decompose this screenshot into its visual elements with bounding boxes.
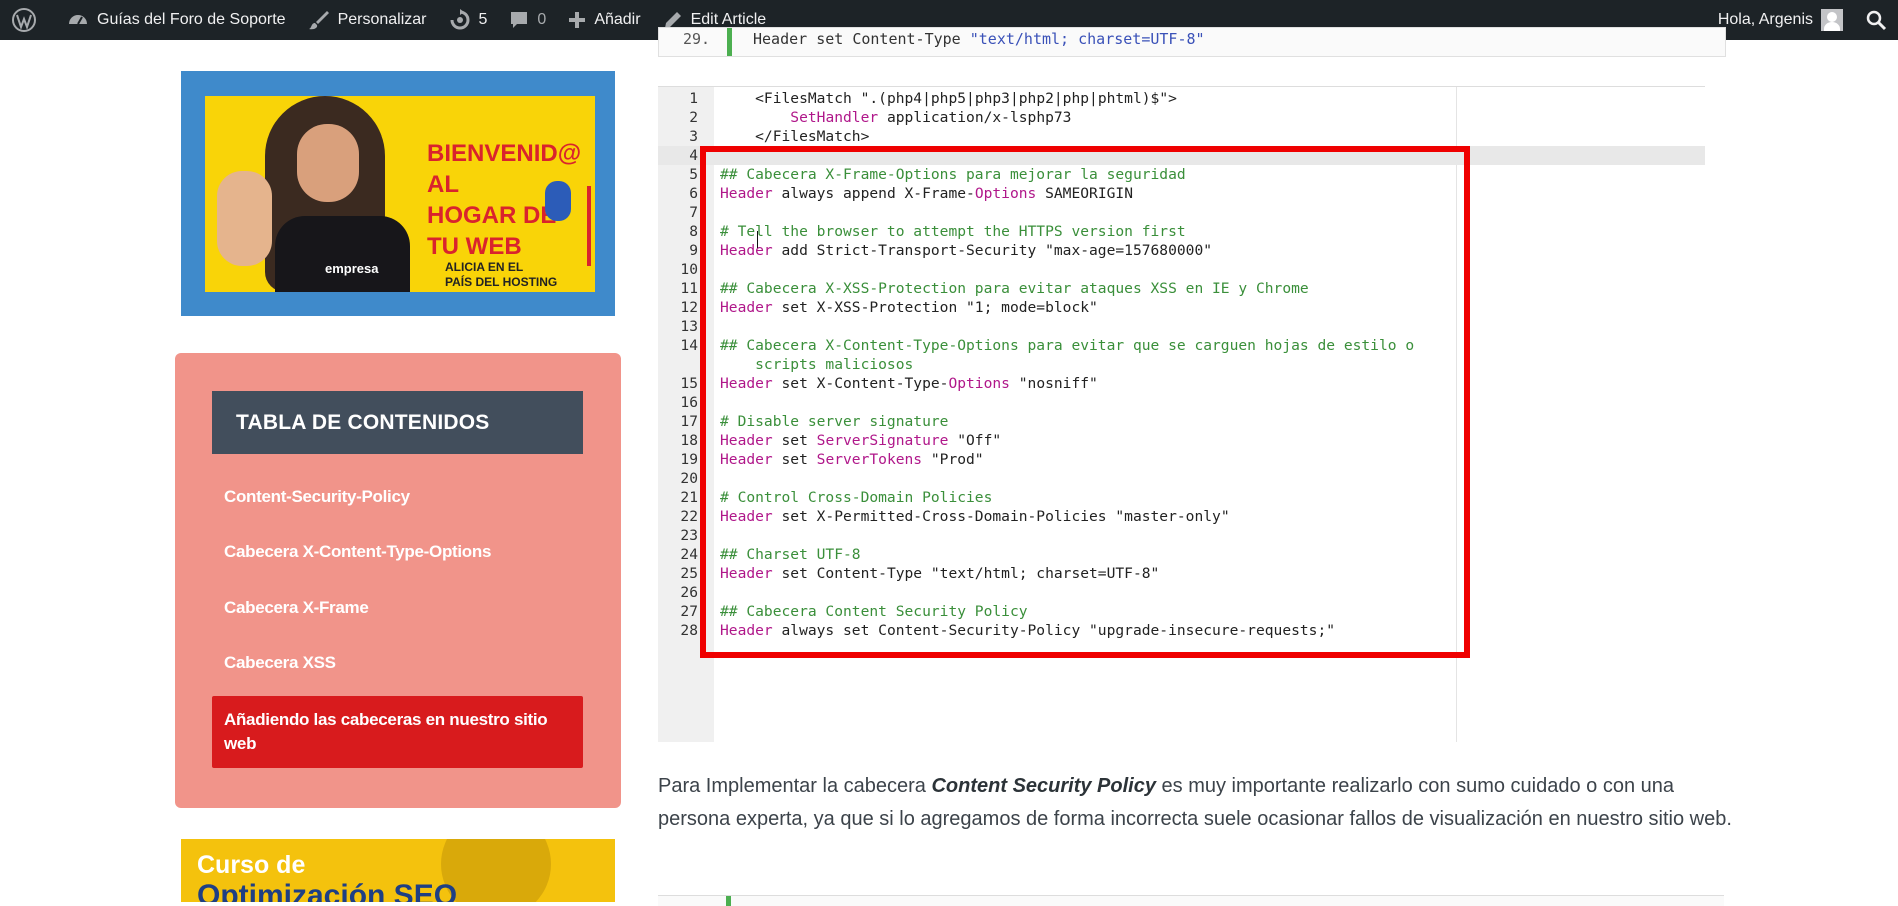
red-highlight-box [700,146,1470,658]
line-text: <FilesMatch ".(php4|php5|php3|php2|php|p… [720,89,1177,108]
line-number: 5 [689,166,698,183]
line-number: 21 [680,489,698,506]
line-number: 22 [680,508,698,525]
code-block-next [658,895,1724,906]
paragraph-text-before: Para Implementar la cabecera [658,775,932,797]
person-face [297,124,359,202]
paragraph-emphasis: Content Security Policy [931,775,1156,797]
wordpress-logo-watermark [441,839,551,902]
code-token: SetHandler [790,109,879,126]
account-menu[interactable]: Hola, Argenis [1707,0,1854,40]
line-number: 28 [680,622,698,639]
updates-menu[interactable]: 5 [438,0,499,40]
wordpress-icon [12,8,36,32]
brush-icon [308,11,329,30]
toc-header: TABLA DE CONTENIDOS [212,391,583,454]
code-line: 1 <FilesMatch ".(php4|php5|php3|php2|php… [658,89,1705,108]
line-number: 12 [680,299,698,316]
banner2-line2: Optimización SEO [197,879,458,902]
line-number: 27 [680,603,698,620]
line-number: 8 [689,223,698,240]
line-number: 9 [689,242,698,259]
hosting-welcome-banner[interactable]: empresa BIENVENID@ AL HOGAR DE TU WEB AL… [181,71,615,316]
line-number: 1 [689,90,698,107]
line-number: 26 [680,584,698,601]
code-line: 2 SetHandler application/x-lsphp73 [658,108,1705,127]
line-number: 2 [689,109,698,126]
line-number: 7 [689,204,698,221]
code-token: <FilesMatch [720,90,861,107]
article-paragraph: Para Implementar la cabecera Content Sec… [658,770,1738,836]
line-number: 23 [680,527,698,544]
code-token: </FilesMatch> [720,128,870,145]
banner-subtitle: ALICIA EN EL PAÍS DEL HOSTING [445,260,558,289]
line-number: 14 [680,337,698,354]
customize-label: Personalizar [337,11,427,28]
line-number: 25 [680,565,698,582]
search-button[interactable] [1854,0,1898,40]
line-text: SetHandler application/x-lsphp73 [720,108,1071,127]
toc-item-adding-headers[interactable]: Añadiendo las cabeceras en nuestro sitio… [212,696,583,768]
person-hand [217,171,272,266]
search-icon [1866,10,1887,31]
line-number: 17 [680,413,698,430]
code-gutter-bar [727,28,732,56]
line-number: 15 [680,375,698,392]
table-of-contents: TABLA DE CONTENIDOS Content-Security-Pol… [175,353,621,808]
code-block-previous: 29. Header set Content-Type "text/html; … [658,27,1726,57]
toc-item-content-security-policy[interactable]: Content-Security-Policy [212,487,583,507]
site-name: Guías del Foro de Soporte [97,11,286,28]
new-label: Añadir [594,11,641,28]
line-number: 11 [680,280,698,297]
comments-menu[interactable]: 0 [498,0,557,40]
line-number: 3 [689,128,698,145]
shirt-logo-text: empresa [325,261,379,276]
toc-item-x-frame[interactable]: Cabecera X-Frame [212,598,583,618]
plus-icon [569,12,586,28]
line-number: 18 [680,432,698,449]
line-number: 19 [680,451,698,468]
toc-item-xss[interactable]: Cabecera XSS [212,653,583,673]
code-part: Header set Content-Type [753,30,970,48]
code-part-string: "text/html; charset=UTF-8" [969,30,1205,48]
updates-count: 5 [478,11,488,28]
toc-title: TABLA DE CONTENIDOS [236,410,490,434]
figure-illustration [545,181,571,221]
person-shirt [275,216,410,292]
seo-course-banner[interactable]: Curso de Optimización SEO [181,839,615,902]
wordpress-menu[interactable] [0,0,56,40]
site-name-menu[interactable]: Guías del Foro de Soporte [56,0,297,40]
line-number: 6 [689,185,698,202]
code-token: > [1168,90,1177,107]
line-number: 24 [680,546,698,563]
line-number: 4 [689,147,698,164]
line-number: 13 [680,318,698,335]
greeting: Hola, Argenis [1717,11,1813,28]
line-text: </FilesMatch> [720,127,869,146]
banner2-line1: Curso de [197,851,306,879]
updates-icon [450,9,469,30]
new-content-menu[interactable]: Añadir [557,0,651,40]
customize-menu[interactable]: Personalizar [297,0,438,40]
code-line: Header set Content-Type "text/html; char… [753,30,1205,48]
comment-icon [511,12,528,28]
banner-image: empresa BIENVENID@ AL HOGAR DE TU WEB AL… [205,96,595,292]
dashboard-icon [69,15,87,25]
code-line: 3 </FilesMatch> [658,127,1705,146]
code-token: ".(php4|php5|php3|php2|php|phtml)$" [860,90,1169,107]
code-line-number: 29. [683,30,711,48]
avatar [1821,9,1843,31]
comments-count: 0 [537,11,547,28]
code-gutter-bar [726,896,731,906]
line-number: 20 [680,470,698,487]
line-number: 10 [680,261,698,278]
toc-item-x-content-type-options[interactable]: Cabecera X-Content-Type-Options [212,542,583,562]
line-number: 16 [680,394,698,411]
code-token: application/x-lsphp73 [878,109,1072,126]
